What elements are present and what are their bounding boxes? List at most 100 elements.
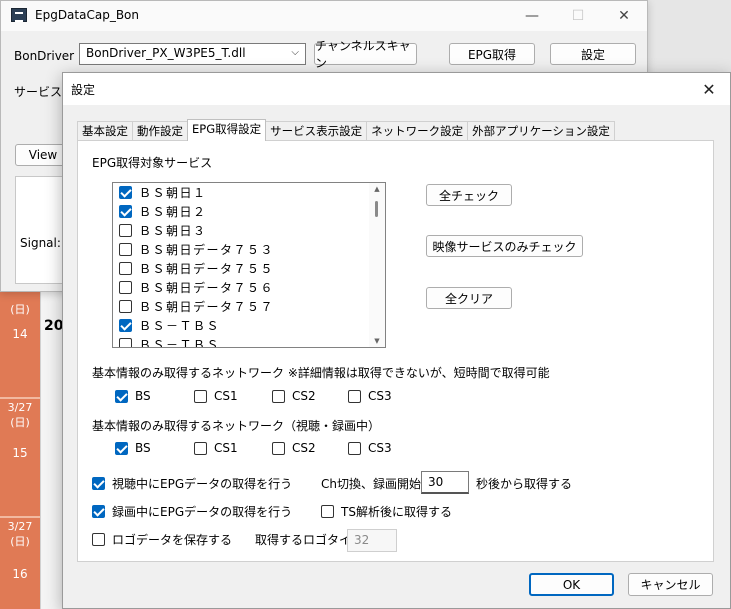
hour-label: 15: [12, 446, 28, 460]
main-window-title: EpgDataCap_Bon: [35, 8, 139, 22]
service-label: ＢＳ－ＴＢＳ: [139, 338, 221, 348]
checkbox[interactable]: [194, 441, 207, 455]
list-item[interactable]: ＢＳ－ＴＢＳ: [119, 316, 220, 335]
clear-all-button[interactable]: 全クリア: [426, 287, 512, 309]
logo-type-input: 32: [347, 529, 397, 552]
bondriver-select[interactable]: BonDriver_PX_W3PE5_T.dll ⌵: [79, 43, 306, 65]
service-label: ＢＳ朝日データ７５５: [139, 262, 275, 276]
checkbox-label: BS: [135, 389, 151, 403]
service-listbox[interactable]: ＢＳ朝日１ ＢＳ朝日２ ＢＳ朝日３ ＢＳ朝日データ７５３ ＢＳ朝日データ７５５ …: [112, 182, 386, 348]
bondriver-label: BonDriver: [14, 49, 75, 63]
after-seconds-label: 秒後から取得する: [476, 477, 573, 491]
checkbox[interactable]: [348, 389, 361, 403]
service-label: ＢＳ朝日１: [139, 186, 207, 200]
list-item[interactable]: ＢＳ朝日２: [119, 202, 207, 221]
checkbox[interactable]: [119, 319, 132, 332]
checkbox[interactable]: [92, 533, 105, 546]
timetable-column-label: 20: [44, 318, 64, 334]
tab-network[interactable]: ネットワーク設定: [366, 121, 469, 141]
checkbox-label: CS2: [292, 441, 316, 455]
view-epg-checkbox[interactable]: 視聴中にEPGデータの取得を行う: [92, 475, 292, 492]
basic-network-rec-label: 基本情報のみ取得するネットワーク（視聴・録画中）: [92, 419, 381, 433]
checkbox[interactable]: [119, 262, 132, 275]
checkbox-label: BS: [135, 441, 151, 455]
list-item[interactable]: ＢＳ朝日１: [119, 183, 207, 202]
hour-label: 14: [12, 327, 28, 341]
date-label: 3/27: [7, 520, 33, 533]
checkbox[interactable]: [272, 389, 285, 403]
tab-bar: 基本設定 動作設定 EPG取得設定 サービス表示設定 ネットワーク設定 外部アプ…: [77, 119, 615, 141]
list-scrollbar[interactable]: ▲ ▼: [369, 183, 385, 347]
tab-service-display[interactable]: サービス表示設定: [265, 121, 368, 141]
checkbox[interactable]: [194, 389, 207, 403]
epg-get-button[interactable]: EPG取得: [449, 43, 535, 65]
ok-button[interactable]: OK: [529, 573, 614, 596]
checkbox[interactable]: [119, 243, 132, 256]
channel-scan-button[interactable]: チャンネルスキャン: [314, 39, 417, 70]
tab-external-app[interactable]: 外部アプリケーション設定: [467, 121, 615, 141]
checkbox-label: ロゴデータを保存する: [112, 533, 233, 547]
ch-change-seconds-input[interactable]: 30: [421, 471, 469, 494]
hour-label: 16: [12, 567, 28, 581]
checkbox-label: CS3: [368, 389, 392, 403]
checkbox-rec-cs1[interactable]: CS1: [194, 441, 238, 455]
checkbox[interactable]: [119, 186, 132, 199]
checkbox-rec-cs3[interactable]: CS3: [348, 441, 392, 455]
checkbox[interactable]: [92, 477, 105, 490]
ts-analysis-checkbox[interactable]: TS解析後に取得する: [321, 503, 452, 520]
checkbox-cs1[interactable]: CS1: [194, 389, 238, 403]
service-label: ＢＳ朝日データ７５７: [139, 300, 275, 314]
checkbox[interactable]: [119, 338, 132, 347]
minimize-icon[interactable]: —: [509, 1, 555, 31]
rec-epg-checkbox[interactable]: 録画中にEPGデータの取得を行う: [92, 503, 292, 520]
checkbox[interactable]: [321, 505, 334, 518]
bondriver-value: BonDriver_PX_W3PE5_T.dll: [86, 46, 246, 60]
checkbox[interactable]: [119, 224, 132, 237]
scroll-down-icon[interactable]: ▼: [369, 335, 385, 347]
service-label: ＢＳ朝日３: [139, 224, 207, 238]
checkbox-cs2[interactable]: CS2: [272, 389, 316, 403]
checkbox-label: CS2: [292, 389, 316, 403]
checkbox-rec-bs[interactable]: BS: [115, 441, 151, 455]
check-video-only-button[interactable]: 映像サービスのみチェック: [426, 235, 583, 257]
service-label: ＢＳ朝日データ７５６: [139, 281, 275, 295]
list-item[interactable]: ＢＳ朝日データ７５３: [119, 240, 274, 259]
signal-label: Signal:: [20, 236, 61, 250]
checkbox[interactable]: [115, 441, 128, 455]
close-icon[interactable]: ✕: [601, 1, 647, 31]
chevron-down-icon: ⌵: [291, 47, 299, 58]
checkbox[interactable]: [348, 441, 361, 455]
scroll-up-icon[interactable]: ▲: [369, 183, 385, 195]
close-icon[interactable]: ✕: [688, 73, 730, 105]
list-item[interactable]: ＢＳ朝日データ７５５: [119, 259, 274, 278]
settings-button[interactable]: 設定: [550, 43, 636, 65]
services-header: EPG取得対象サービス: [92, 156, 213, 170]
checkbox[interactable]: [272, 441, 285, 455]
checkbox-rec-cs2[interactable]: CS2: [272, 441, 316, 455]
checkbox[interactable]: [119, 300, 132, 313]
scroll-thumb[interactable]: [375, 201, 378, 217]
cancel-button[interactable]: キャンセル: [628, 573, 713, 596]
list-item[interactable]: ＢＳ朝日データ７５７: [119, 297, 274, 316]
app-icon: [11, 8, 27, 22]
save-logo-checkbox[interactable]: ロゴデータを保存する: [92, 531, 232, 548]
tab-behavior[interactable]: 動作設定: [132, 121, 188, 141]
checkbox-bs[interactable]: BS: [115, 389, 151, 403]
checkbox[interactable]: [119, 205, 132, 218]
maximize-icon[interactable]: ☐: [555, 1, 601, 31]
tab-basic[interactable]: 基本設定: [77, 121, 133, 141]
checkbox-label: CS1: [214, 389, 238, 403]
date-label: 3/27: [7, 401, 33, 414]
checkbox-label: 視聴中にEPGデータの取得を行う: [112, 477, 293, 491]
check-all-button[interactable]: 全チェック: [426, 184, 512, 206]
checkbox-label: CS1: [214, 441, 238, 455]
checkbox-cs3[interactable]: CS3: [348, 389, 392, 403]
checkbox[interactable]: [92, 505, 105, 518]
list-item[interactable]: ＢＳ朝日３: [119, 221, 207, 240]
service-label: ＢＳ朝日２: [139, 205, 207, 219]
list-item[interactable]: ＢＳ朝日データ７５６: [119, 278, 274, 297]
list-item[interactable]: ＢＳ－ＴＢＳ: [119, 335, 221, 348]
checkbox[interactable]: [115, 389, 128, 403]
tab-epg[interactable]: EPG取得設定: [187, 119, 267, 141]
checkbox[interactable]: [119, 281, 132, 294]
